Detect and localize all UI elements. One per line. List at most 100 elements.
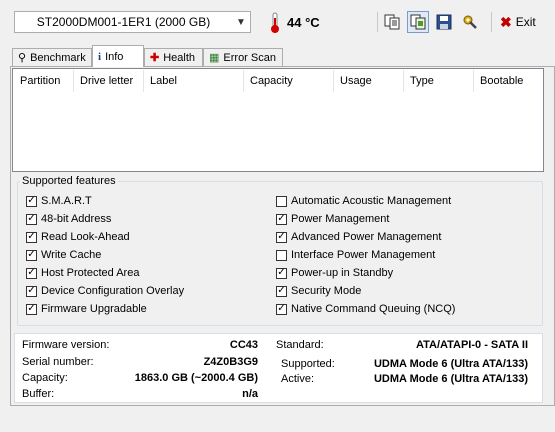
feature-smart: ✓ S.M.A.R.T [26,192,184,210]
exit-button[interactable]: ✖ Exit [500,11,536,33]
column-divider[interactable] [243,70,244,92]
column-divider[interactable] [403,70,404,92]
checkbox[interactable]: ✓ [26,267,37,279]
health-cross-icon: ✚ [150,52,160,64]
error-scan-icon: ▦ [209,52,220,64]
tab-label: Health [163,51,196,64]
features-left-column: ✓ S.M.A.R.T ✓ 48-bit Address ✓ Read Look-Ah… [26,192,184,318]
checkbox[interactable]: ✓ [26,213,37,225]
feature-label: Host Protected Area [41,267,140,279]
column-header-drive-letter[interactable]: Drive letter [80,69,133,93]
column-divider[interactable] [73,70,74,92]
feature-label: Device Configuration Overlay [41,285,185,297]
drive-select-value: ST2000DM001-1ER1 (2000 GB) [36,15,211,29]
save-button[interactable] [433,11,455,33]
active-label: Active: [281,373,315,385]
checkbox[interactable] [276,249,287,261]
standard-label: Standard: [276,339,324,351]
buffer-value: n/a [242,388,258,400]
toolbar-separator [491,12,492,32]
tab-benchmark[interactable]: ⚲ Benchmark [12,48,92,66]
copy-image-icon [410,14,426,30]
column-header-bootable[interactable]: Bootable [480,69,523,93]
feature-label: Firmware Upgradable [41,303,147,315]
active-value: UDMA Mode 6 (Ultra ATA/133) [373,373,528,385]
column-header-capacity[interactable]: Capacity [250,69,293,93]
firmware-label: Firmware version: [22,339,110,351]
feature-label: Security Mode [291,285,362,297]
column-header-usage[interactable]: Usage [340,69,372,93]
chevron-down-icon[interactable]: ▼ [232,17,250,28]
column-divider[interactable] [333,70,334,92]
column-header-label[interactable]: Label [150,69,177,93]
checkbox[interactable]: ✓ [276,213,287,225]
firmware-value: CC43 [229,339,258,351]
feature-host-protected-area: ✓ Host Protected Area [26,264,184,282]
feature-write-cache: ✓ Write Cache [26,246,184,264]
gauge-icon: ⚲ [18,52,27,64]
floppy-disk-icon [436,14,452,30]
options-button[interactable] [459,11,481,33]
checkbox[interactable]: ✓ [26,249,37,261]
tab-label: Benchmark [30,51,86,64]
features-right-column: Automatic Acoustic Management ✓ Power Man… [276,192,455,318]
checkbox[interactable]: ✓ [276,231,287,243]
feature-read-look-ahead: ✓ Read Look-Ahead [26,228,184,246]
checkbox[interactable]: ✓ [276,285,287,297]
close-icon: ✖ [500,13,512,30]
status-bar [0,408,555,432]
tab-label: Error Scan [223,51,276,64]
settings-tools-icon [463,15,477,29]
feature-power-up-in-standby: ✓ Power-up in Standby [276,264,455,282]
feature-advanced-power-management: ✓ Advanced Power Management [276,228,455,246]
checkbox[interactable]: ✓ [26,231,37,243]
drive-select[interactable]: ST2000DM001-1ER1 (2000 GB) ▼ [14,11,251,33]
copy-screenshot-button[interactable] [407,11,429,33]
feature-device-configuration-overlay: ✓ Device Configuration Overlay [26,282,184,300]
feature-label: Interface Power Management [291,249,436,261]
supported-value: UDMA Mode 6 (Ultra ATA/133) [373,358,528,370]
checkbox[interactable]: ✓ [26,195,37,207]
feature-label: Read Look-Ahead [41,231,130,243]
feature-label: Advanced Power Management [291,231,442,243]
exit-label: Exit [515,15,536,29]
thermometer-icon [271,12,279,33]
feature-automatic-acoustic-management: Automatic Acoustic Management [276,192,455,210]
copy-text-button[interactable] [381,11,403,33]
feature-label: Native Command Queuing (NCQ) [291,303,456,315]
temperature-readout: 44 °C [287,15,320,30]
buffer-label: Buffer: [22,388,55,400]
feature-label: S.M.A.R.T [41,195,92,207]
feature-label: Automatic Acoustic Management [291,195,452,207]
column-divider[interactable] [473,70,474,92]
feature-48bit-address: ✓ 48-bit Address [26,210,184,228]
capacity-value: 1863.0 GB (~2000.4 GB) [134,372,258,384]
toolbar-separator [377,12,378,32]
checkbox[interactable]: ✓ [26,303,37,315]
checkbox[interactable] [276,195,287,207]
feature-power-management: ✓ Power Management [276,210,455,228]
feature-interface-power-management: Interface Power Management [276,246,455,264]
serial-label: Serial number: [22,356,94,368]
tab-label: Info [105,50,124,63]
checkbox[interactable]: ✓ [26,285,37,297]
feature-label: Power-up in Standby [291,267,394,279]
feature-label: Write Cache [41,249,102,261]
column-header-type[interactable]: Type [410,69,434,93]
feature-firmware-upgradable: ✓ Firmware Upgradable [26,300,184,318]
checkbox[interactable]: ✓ [276,303,287,315]
feature-label: 48-bit Address [41,213,112,225]
serial-value: Z4Z0B3G9 [203,356,258,368]
capacity-label: Capacity: [22,372,68,384]
column-header-partition[interactable]: Partition [20,69,60,93]
checkbox[interactable]: ✓ [276,267,287,279]
tab-health[interactable]: ✚ Health [144,48,203,66]
column-divider[interactable] [143,70,144,92]
standard-value: ATA/ATAPI-0 - SATA II [415,339,528,351]
feature-ncq: ✓ Native Command Queuing (NCQ) [276,300,455,318]
feature-security-mode: ✓ Security Mode [276,282,455,300]
tab-info[interactable]: i Info [92,45,144,67]
tab-error-scan[interactable]: ▦ Error Scan [203,48,283,66]
feature-label: Power Management [291,213,390,225]
supported-label: Supported: [281,358,335,370]
